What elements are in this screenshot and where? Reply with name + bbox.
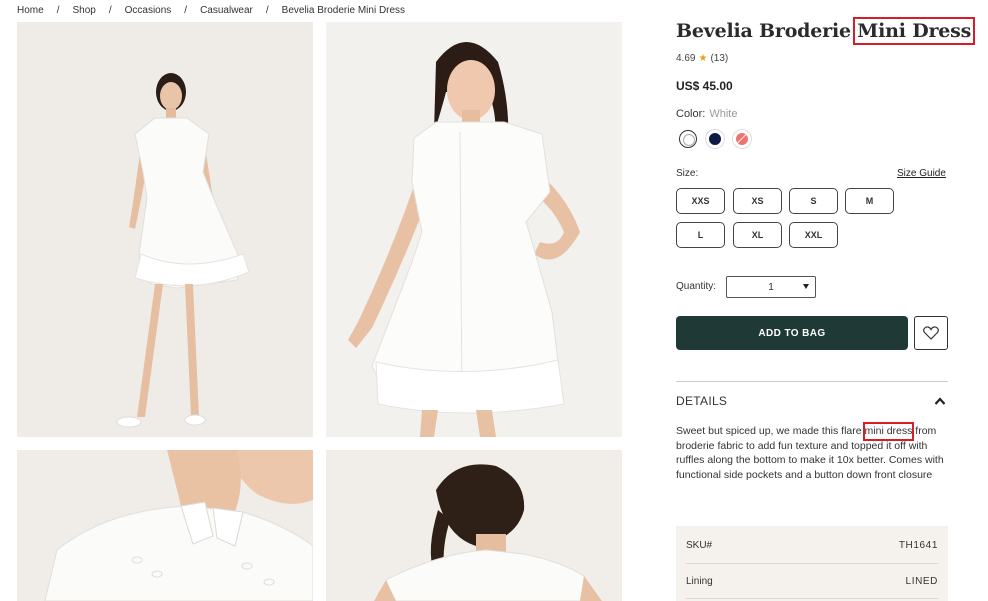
quantity-label: Quantity: <box>676 281 717 292</box>
breadcrumb-separator: / <box>108 4 112 16</box>
star-icon: ★ <box>698 53 708 64</box>
breadcrumb-home[interactable]: Home <box>17 5 44 16</box>
size-option-xxs[interactable]: XXS <box>676 188 725 214</box>
spec-label: SKU# <box>686 539 713 551</box>
color-swatches <box>679 130 751 148</box>
breadcrumb-casualwear[interactable]: Casualwear <box>200 5 253 16</box>
breadcrumb-separator: / <box>56 4 60 16</box>
product-price: US$ 45.00 <box>676 79 733 93</box>
desc-highlight: mini dress <box>862 422 915 441</box>
product-title-highlight-text: Mini Dress <box>857 20 972 42</box>
product-image-three-quarter[interactable] <box>326 22 622 437</box>
breadcrumb-current: Bevelia Broderie Mini Dress <box>281 4 406 16</box>
spec-value: LINED <box>905 575 938 587</box>
spec-divider <box>686 598 938 599</box>
size-option-m[interactable]: M <box>845 188 894 214</box>
size-guide-link[interactable]: Size Guide <box>897 168 946 179</box>
spec-value: TH1641 <box>898 539 938 551</box>
spec-row-sku: SKU# TH1641 <box>686 527 938 563</box>
size-option-s[interactable]: S <box>789 188 838 214</box>
heart-icon <box>923 326 939 340</box>
quantity-value: 1 <box>768 281 774 293</box>
caret-down-icon <box>803 284 809 289</box>
product-image-back-view[interactable] <box>326 450 622 601</box>
product-rating[interactable]: 4.69 ★ (13) <box>676 53 728 64</box>
details-heading[interactable]: DETAILS <box>676 394 727 408</box>
breadcrumb-shop[interactable]: Shop <box>72 5 95 16</box>
product-title-highlight: Mini Dress <box>853 17 976 45</box>
size-option-l[interactable]: L <box>676 222 725 248</box>
breadcrumb-occasions[interactable]: Occasions <box>125 5 172 16</box>
product-image-full-length[interactable] <box>17 22 313 437</box>
specs-table: SKU# TH1641 Lining LINED <box>676 526 948 601</box>
size-option-xs[interactable]: XS <box>733 188 782 214</box>
wishlist-button[interactable] <box>914 316 948 350</box>
swatch-white[interactable] <box>679 130 697 148</box>
rating-value: 4.69 <box>676 53 696 64</box>
product-image-collar-detail[interactable] <box>17 450 313 601</box>
selected-color: White <box>709 108 738 120</box>
color-label-text: Color: <box>676 108 706 120</box>
chevron-up-icon[interactable] <box>934 396 946 406</box>
spec-row-lining: Lining LINED <box>686 563 938 599</box>
details-description: Sweet but spiced up, we made this flare … <box>676 422 952 482</box>
product-title-prefix: Bevelia Broderie <box>676 20 858 42</box>
swatch-navy[interactable] <box>706 130 724 148</box>
color-label: Color: White <box>676 108 737 120</box>
size-option-xxl[interactable]: XXL <box>789 222 838 248</box>
product-title: Bevelia Broderie Mini Dress <box>676 17 976 45</box>
add-to-bag-button[interactable]: ADD TO BAG <box>676 316 908 350</box>
breadcrumb: Home / Shop / Occasions / Casualwear / B… <box>17 3 405 17</box>
quantity-select[interactable]: 1 <box>726 276 816 298</box>
section-divider <box>676 381 948 382</box>
desc-part-1: Sweet but spiced up, we made this flare <box>676 425 865 437</box>
breadcrumb-separator: / <box>184 4 188 16</box>
size-option-xl[interactable]: XL <box>733 222 782 248</box>
swatch-coral-unavailable[interactable] <box>733 130 751 148</box>
spec-label: Lining <box>686 575 713 587</box>
desc-highlight-text: mini dress <box>864 425 913 437</box>
review-count: (13) <box>710 53 729 64</box>
size-label: Size: <box>676 168 699 179</box>
breadcrumb-separator: / <box>265 4 269 16</box>
